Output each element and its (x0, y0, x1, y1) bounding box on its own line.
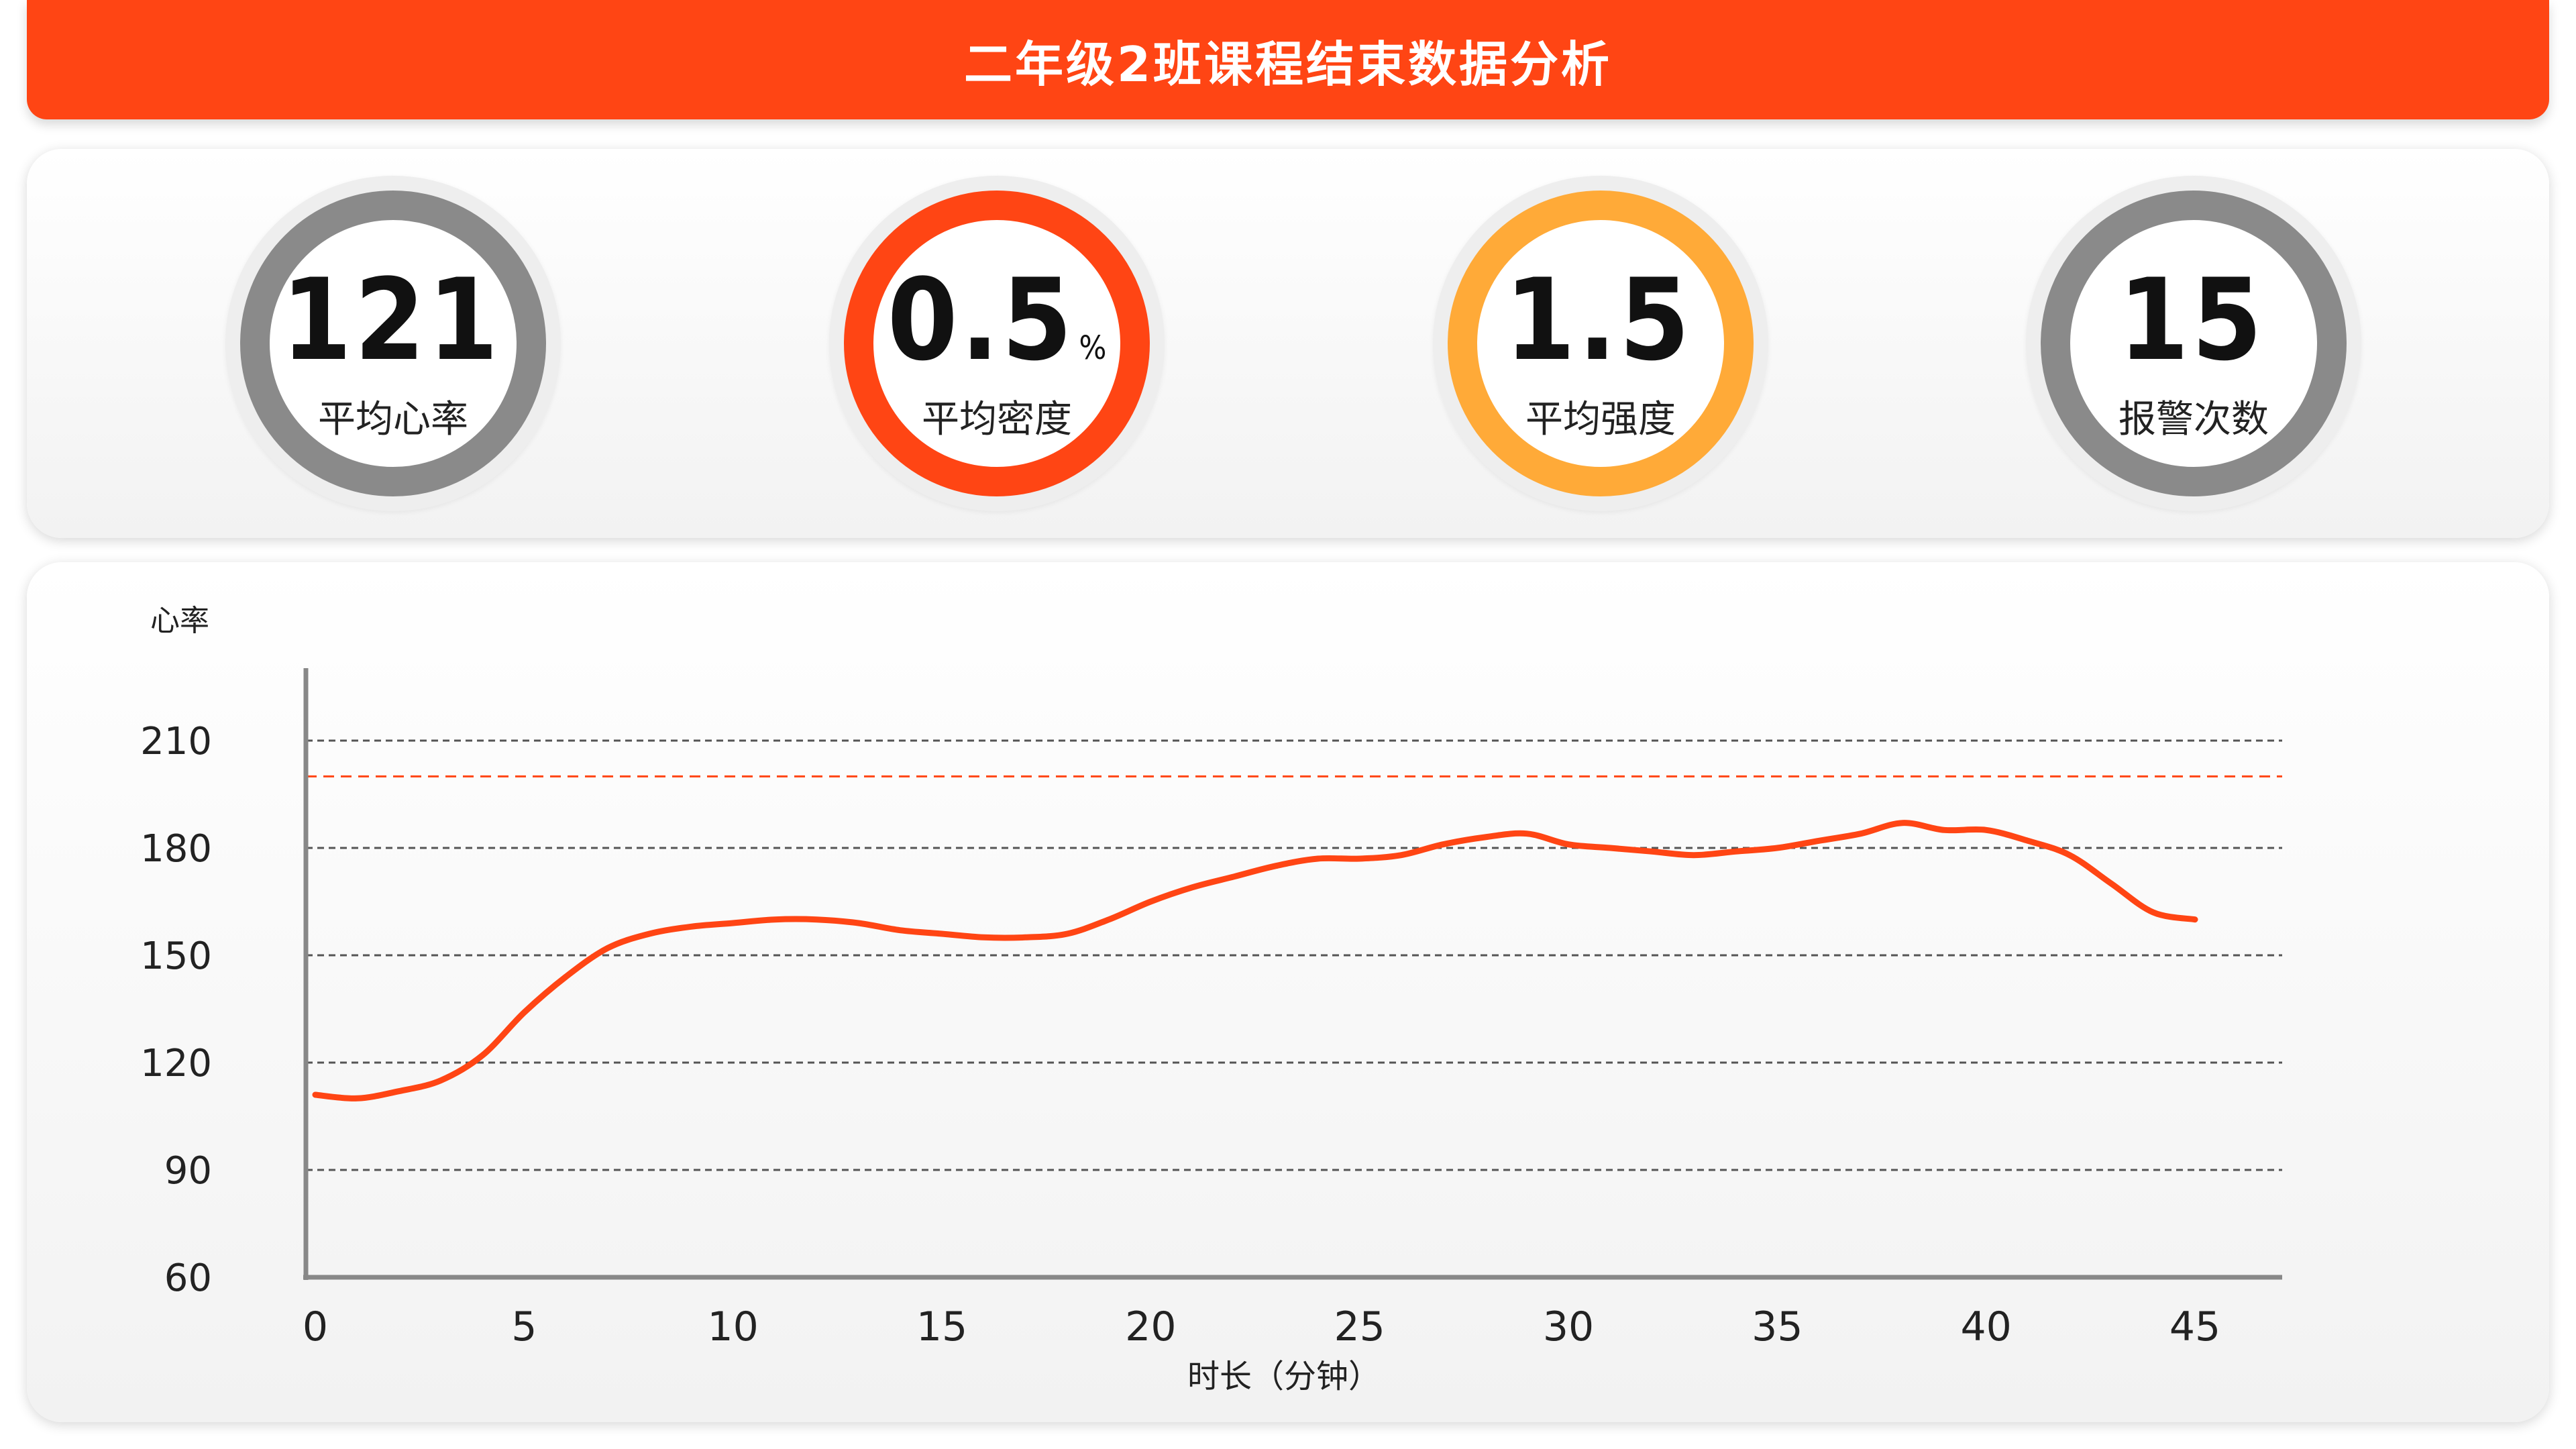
x-tick-label: 15 (916, 1303, 967, 1350)
x-axis-label: 时长（分钟） (1187, 1358, 1381, 1395)
x-tick-label: 20 (1125, 1303, 1176, 1350)
x-tick-label: 10 (707, 1303, 758, 1350)
x-tick-label: 45 (2169, 1303, 2220, 1350)
heart-rate-chart: 60 90 120 150 180 210 0 5 10 15 20 25 30 35 40 45 心率 时长… (140, 604, 2282, 1395)
series-line (312, 820, 2198, 1102)
x-tick-label: 35 (1752, 1303, 1803, 1350)
y-tick-label: 150 (140, 934, 212, 978)
x-tick-label: 30 (1543, 1303, 1594, 1350)
x-tick-label: 25 (1334, 1303, 1385, 1350)
x-tick-label: 40 (1960, 1303, 2011, 1350)
y-tick-label: 60 (164, 1256, 212, 1300)
y-tick-label: 90 (164, 1149, 212, 1193)
y-tick-label: 180 (140, 827, 212, 871)
y-axis-label: 心率 (150, 604, 209, 638)
y-tick-label: 210 (140, 720, 212, 763)
x-tick-label: 0 (303, 1303, 328, 1350)
y-tick-label: 120 (140, 1042, 212, 1085)
x-tick-label: 5 (511, 1303, 537, 1350)
